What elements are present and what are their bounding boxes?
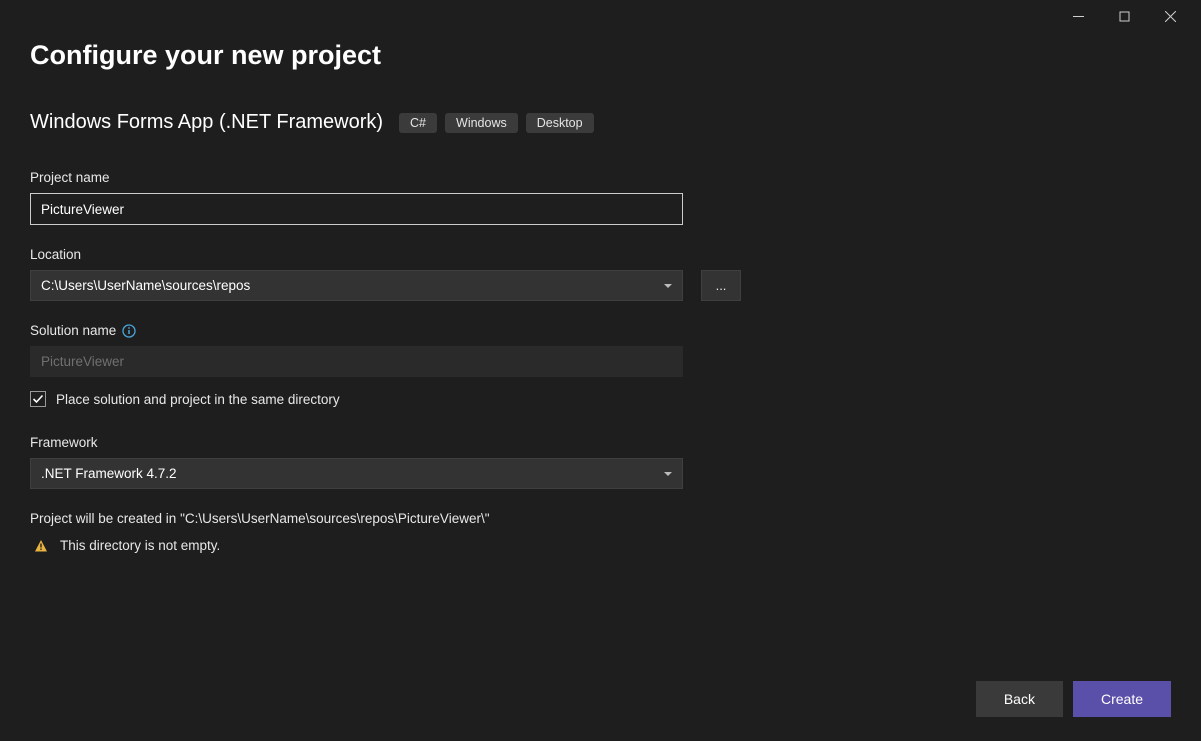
- content-area: Configure your new project Windows Forms…: [0, 32, 1201, 741]
- back-button[interactable]: Back: [976, 681, 1063, 717]
- tag-desktop: Desktop: [526, 113, 594, 133]
- framework-value: .NET Framework 4.7.2: [41, 466, 177, 481]
- warning-icon: [34, 539, 48, 553]
- tag-csharp: C#: [399, 113, 437, 133]
- location-value: C:\Users\UserName\sources\repos: [41, 278, 250, 293]
- template-row: Windows Forms App (.NET Framework) C# Wi…: [30, 111, 1171, 134]
- create-button[interactable]: Create: [1073, 681, 1171, 717]
- chevron-down-icon: [664, 284, 672, 288]
- solution-name-group: Solution name PictureViewer: [30, 323, 1171, 377]
- window-titlebar: [0, 0, 1201, 32]
- chevron-down-icon: [664, 472, 672, 476]
- location-row: C:\Users\UserName\sources\repos ...: [30, 270, 1171, 301]
- template-name: Windows Forms App (.NET Framework): [30, 111, 383, 134]
- project-name-input[interactable]: [30, 193, 683, 225]
- project-name-group: Project name: [30, 170, 1171, 225]
- framework-dropdown[interactable]: .NET Framework 4.7.2: [30, 458, 683, 489]
- framework-group: Framework .NET Framework 4.7.2: [30, 435, 1171, 489]
- solution-name-input: PictureViewer: [30, 346, 683, 377]
- solution-name-label-text: Solution name: [30, 323, 116, 338]
- close-button[interactable]: [1147, 1, 1193, 31]
- window-controls: [1055, 1, 1193, 31]
- same-directory-checkbox[interactable]: [30, 391, 46, 407]
- footer-buttons: Back Create: [976, 681, 1171, 717]
- browse-button[interactable]: ...: [701, 270, 741, 301]
- template-tags: C# Windows Desktop: [399, 113, 594, 133]
- tag-windows: Windows: [445, 113, 518, 133]
- creation-path-text: Project will be created in "C:\Users\Use…: [30, 511, 1171, 526]
- location-dropdown[interactable]: C:\Users\UserName\sources\repos: [30, 270, 683, 301]
- location-group: Location C:\Users\UserName\sources\repos…: [30, 247, 1171, 301]
- info-icon[interactable]: [122, 324, 136, 338]
- same-directory-label: Place solution and project in the same d…: [56, 392, 340, 407]
- page-title: Configure your new project: [30, 40, 1171, 71]
- same-directory-row: Place solution and project in the same d…: [30, 391, 1171, 407]
- framework-label: Framework: [30, 435, 1171, 450]
- warning-row: This directory is not empty.: [34, 538, 1171, 553]
- configure-project-window: Configure your new project Windows Forms…: [0, 0, 1201, 741]
- solution-name-label: Solution name: [30, 323, 1171, 338]
- maximize-button[interactable]: [1101, 1, 1147, 31]
- minimize-button[interactable]: [1055, 1, 1101, 31]
- project-name-label: Project name: [30, 170, 1171, 185]
- location-label: Location: [30, 247, 1171, 262]
- warning-text: This directory is not empty.: [60, 538, 220, 553]
